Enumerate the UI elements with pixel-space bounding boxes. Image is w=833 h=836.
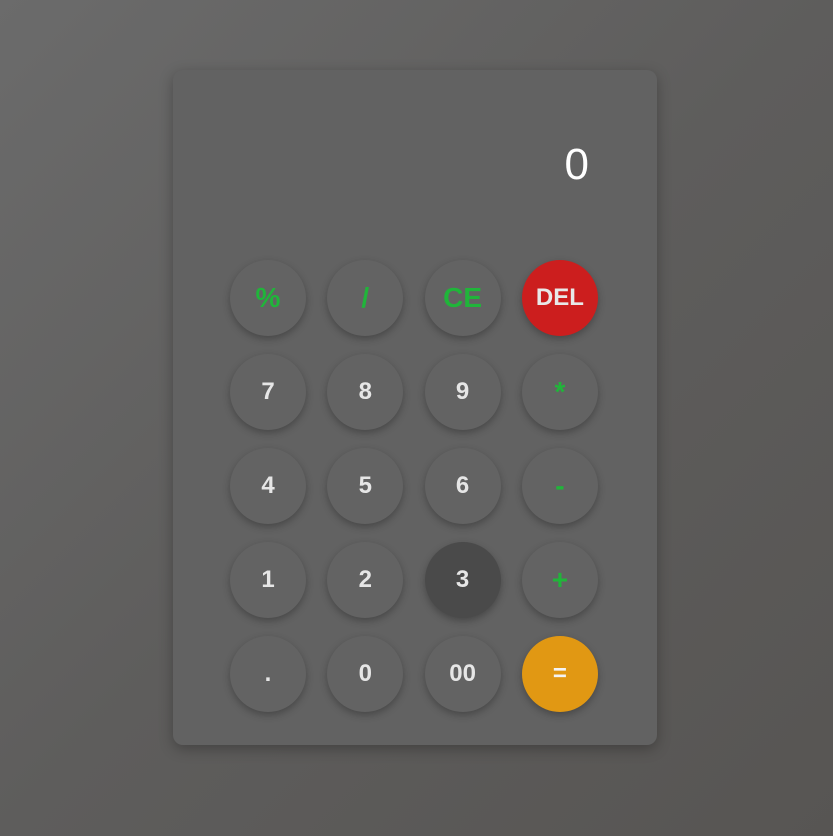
clear-entry-button[interactable]: CE [424, 260, 501, 336]
equals-button[interactable]: = [521, 636, 598, 712]
digit-4-button[interactable]: 4 [230, 448, 306, 524]
divide-button[interactable]: / [327, 260, 404, 336]
add-button[interactable]: + [521, 542, 598, 618]
keypad: % / CE DEL 7 8 9 * 4 5 6 - 1 2 3 + . 0 0… [230, 260, 598, 712]
delete-button[interactable]: DEL [521, 260, 598, 336]
decimal-point-button[interactable]: . [230, 636, 306, 712]
digit-6-button[interactable]: 6 [424, 448, 501, 524]
digit-2-button[interactable]: 2 [327, 542, 404, 618]
calculator: 0 % / CE DEL 7 8 9 * 4 5 6 - 1 2 3 + . 0… [173, 70, 657, 745]
double-zero-button[interactable]: 00 [424, 636, 501, 712]
subtract-button[interactable]: - [521, 448, 598, 524]
digit-9-button[interactable]: 9 [424, 354, 501, 430]
digit-3-button[interactable]: 3 [424, 542, 501, 618]
digit-8-button[interactable]: 8 [327, 354, 404, 430]
digit-1-button[interactable]: 1 [230, 542, 306, 618]
digit-0-button[interactable]: 0 [327, 636, 404, 712]
digit-5-button[interactable]: 5 [327, 448, 404, 524]
percent-button[interactable]: % [230, 260, 306, 336]
digit-7-button[interactable]: 7 [230, 354, 306, 430]
display-value: 0 [564, 140, 589, 189]
multiply-button[interactable]: * [521, 354, 598, 430]
